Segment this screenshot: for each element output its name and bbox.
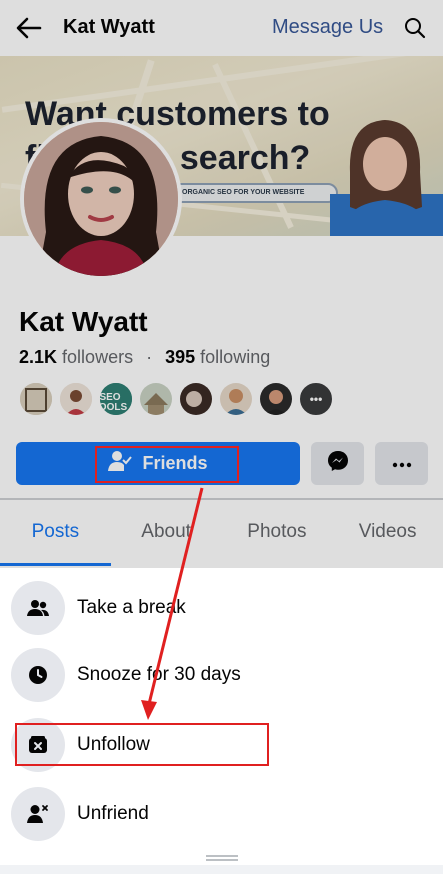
sheet-item-label: Take a break xyxy=(77,597,186,618)
people-icon xyxy=(11,581,65,635)
sheet-item-take-a-break[interactable]: Take a break xyxy=(0,575,443,641)
sheet-item-label: Unfriend xyxy=(77,803,149,824)
sheet-drag-handle[interactable] xyxy=(206,855,238,861)
sheet-item-unfriend[interactable]: Unfriend xyxy=(0,781,443,847)
remove-person-icon xyxy=(11,787,65,841)
clock-icon xyxy=(11,648,65,702)
bottom-edge-strip xyxy=(0,865,443,874)
sheet-item-snooze[interactable]: Snooze for 30 days xyxy=(0,642,443,708)
sheet-item-label: Snooze for 30 days xyxy=(77,664,241,685)
friends-options-sheet: Take a break Snooze for 30 days Unfollow… xyxy=(0,568,443,874)
annotation-box-friends xyxy=(95,446,239,483)
annotation-box-unfollow xyxy=(15,723,269,766)
